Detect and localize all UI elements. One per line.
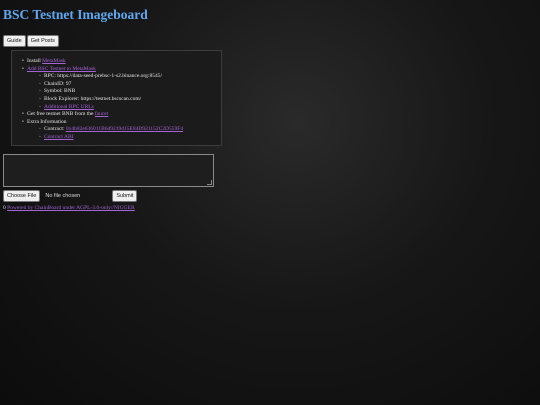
guide-list: Install MetaMask Add BSC Testnet to Meta…	[12, 58, 221, 142]
contract-address-link[interactable]: 0x4b82e636011B6d9219d15E84D921152C2D559F…	[66, 126, 183, 132]
guide-button[interactable]: Guide	[3, 35, 26, 47]
faucet-label: Get free testnet BNB from the	[27, 111, 95, 118]
additional-rpc-link[interactable]: Additional RPC URLs	[44, 104, 94, 110]
no-file-text: No file chosen	[45, 193, 81, 199]
contract-abi-link[interactable]: Contract ABI	[44, 134, 73, 140]
rpc-item: RPC: https://data-seed-prebsc-1-s2.binan…	[12, 73, 221, 81]
add-network-item: Add BSC Testnet to MetaMask	[12, 66, 221, 74]
resize-grip-icon[interactable]	[207, 180, 212, 185]
install-item: Install MetaMask	[12, 58, 221, 66]
contract-abi-item: Contract ABI	[12, 134, 221, 142]
contract-item: Contract: 0x4b82e636011B6d9219d15E84D921…	[12, 126, 221, 134]
install-label: Install	[27, 58, 43, 64]
add-network-link[interactable]: Add BSC Testnet to MetaMask	[27, 66, 96, 72]
choose-file-button[interactable]: Choose File	[3, 190, 41, 202]
extra-info-item: Extra Information	[12, 119, 221, 127]
contract-label: Contract:	[44, 126, 66, 133]
symbol-item: Symbol: BNB	[12, 88, 221, 96]
page-title: BSC Testnet Imageboard	[3, 7, 148, 22]
get-posts-button[interactable]: Get Posts	[26, 35, 59, 47]
post-textarea[interactable]	[3, 154, 214, 187]
powered-by-link[interactable]: Powered by ChainBoard under AGPL-3.0-onl…	[7, 205, 135, 211]
guide-panel: Install MetaMask Add BSC Testnet to Meta…	[11, 50, 222, 146]
chain-id-item: ChainID: 97	[12, 81, 221, 89]
submit-button[interactable]: Submit	[112, 190, 138, 202]
post-count: 0	[3, 205, 6, 211]
footer: 0 Powered by ChainBoard under AGPL-3.0-o…	[3, 205, 135, 211]
metamask-link[interactable]: MetaMask	[42, 58, 66, 64]
file-row: Choose File No file chosen Submit	[3, 190, 138, 202]
faucet-link[interactable]: faucet	[95, 111, 108, 117]
toolbar: Guide Get Posts	[3, 35, 60, 47]
explorer-item: Block Explorer: https://testnet.bscscan.…	[12, 96, 221, 104]
faucet-item: Get free testnet BNB from the faucet	[12, 111, 221, 119]
